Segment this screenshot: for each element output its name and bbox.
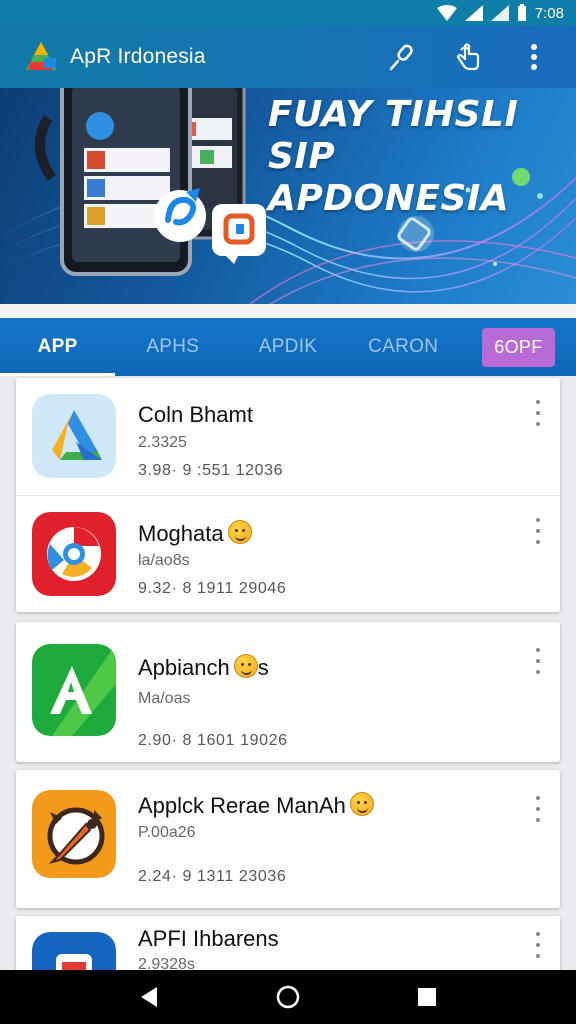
- recents-square-icon: [417, 988, 436, 1006]
- system-nav-bar: [0, 970, 576, 1024]
- tab-apdik[interactable]: APDIK: [230, 318, 345, 376]
- list-item[interactable]: Moghata la/ao8s 9.32· 8 1911 29046: [16, 496, 560, 612]
- app-name-suffix: s: [257, 655, 269, 680]
- app-name: Coln Bhamt: [138, 402, 253, 427]
- tab-indicator: [0, 373, 115, 376]
- app-name: Applck Rerae ManAh: [138, 792, 374, 819]
- app-name: Apbianch s: [138, 654, 269, 681]
- app-logo-icon: [26, 42, 56, 70]
- app-name-text: Apbianch: [138, 655, 230, 680]
- list-item[interactable]: Applck Rerae ManAh P.00a26 2.24· 9 1311 …: [16, 774, 560, 890]
- phone-illustration: [34, 88, 266, 276]
- item-menu-button[interactable]: [530, 932, 546, 958]
- promo-banner[interactable]: FUAY TIHSLI SIP APDONESIA: [0, 88, 576, 304]
- spacer: [0, 304, 576, 318]
- signal-icon-2: [490, 5, 509, 21]
- back-button[interactable]: [119, 970, 179, 1024]
- hand-pointer-icon: [456, 43, 480, 71]
- recents-button[interactable]: [397, 970, 457, 1024]
- smiley-emoji-icon: [349, 792, 374, 816]
- home-button[interactable]: [258, 970, 318, 1024]
- app-bar: ApR Irdonesia: [0, 26, 576, 88]
- app-meta: 2.90· 8 1601 19026: [138, 732, 288, 749]
- app-name-text: Applck Rerae ManAh: [138, 793, 346, 818]
- tab-label: CARON: [368, 336, 439, 357]
- item-menu-button[interactable]: [530, 648, 546, 674]
- app-subtitle: Ma/oas: [138, 690, 191, 707]
- list-item[interactable]: Coln Bhamt 2.3325 3.98· 9 :551 12036: [16, 378, 560, 494]
- app-card: Applck Rerae ManAh P.00a26 2.24· 9 1311 …: [16, 770, 560, 908]
- list-item[interactable]: Apbianch s Ma/oas 2.90· 8 1601 19026: [16, 634, 560, 750]
- app-name: APFI Ihbarens: [138, 926, 279, 951]
- app-name-text: Moghata: [138, 521, 224, 546]
- app-subtitle: la/ao8s: [138, 552, 190, 569]
- tab-label: APDIK: [258, 336, 318, 357]
- drive-triangle-icon: [32, 394, 116, 478]
- screen: 7:08 ApR Irdonesia FUAY TIHSLI SIP APDON…: [0, 0, 576, 1024]
- wifi-icon: [436, 5, 457, 21]
- chrome-icon: [32, 512, 116, 596]
- touch-button[interactable]: [442, 31, 494, 83]
- app-meta: 3.98· 9 :551 12036: [138, 462, 284, 479]
- app-card: Apbianch s Ma/oas 2.90· 8 1601 19026: [16, 622, 560, 762]
- item-menu-button[interactable]: [530, 400, 546, 426]
- smiley-emoji-icon: [233, 654, 258, 678]
- microphone-icon: [389, 44, 413, 71]
- tab-app[interactable]: APP: [0, 318, 115, 376]
- tab-aphs[interactable]: APHS: [115, 318, 230, 376]
- app-meta: 2.24· 9 1311 23036: [138, 868, 287, 885]
- tab-6opf[interactable]: 6OPF: [461, 318, 576, 376]
- home-circle-icon: [276, 985, 300, 1009]
- tab-bar: APP APHS APDIK CARON 6OPF: [0, 318, 576, 376]
- status-time: 7:08: [534, 4, 564, 22]
- banner-headline-line2: APDONESIA: [268, 178, 510, 219]
- app-meta: 9.32· 8 1911 29046: [138, 580, 287, 597]
- app-title: ApR Irdonesia: [70, 45, 206, 68]
- tab-label: APHS: [146, 336, 200, 357]
- tab-caron[interactable]: CARON: [346, 318, 461, 376]
- app-card: Coln Bhamt 2.3325 3.98· 9 :551 12036 Mog…: [16, 378, 560, 612]
- overflow-menu-button[interactable]: [508, 31, 560, 83]
- app-subtitle: 2.3325: [138, 434, 187, 451]
- tab-label: 6OPF: [482, 327, 555, 367]
- app-subtitle: P.00a26: [138, 824, 196, 841]
- pencil-compass-icon: [32, 790, 116, 878]
- more-vert-icon: [531, 44, 537, 70]
- banner-headline: FUAY TIHSLI SIP APDONESIA: [268, 94, 568, 220]
- tab-label: APP: [37, 336, 78, 357]
- green-a-icon: [32, 644, 116, 736]
- banner-headline-line1: FUAY TIHSLI SIP: [268, 94, 519, 177]
- smiley-emoji-icon: [227, 520, 252, 544]
- signal-icon: [464, 5, 483, 21]
- back-triangle-icon: [141, 987, 158, 1007]
- mic-button[interactable]: [376, 31, 428, 83]
- app-name: Moghata: [138, 520, 252, 547]
- battery-icon: [517, 4, 526, 21]
- item-menu-button[interactable]: [530, 518, 546, 544]
- item-menu-button[interactable]: [530, 796, 546, 822]
- status-bar: 7:08: [0, 0, 576, 26]
